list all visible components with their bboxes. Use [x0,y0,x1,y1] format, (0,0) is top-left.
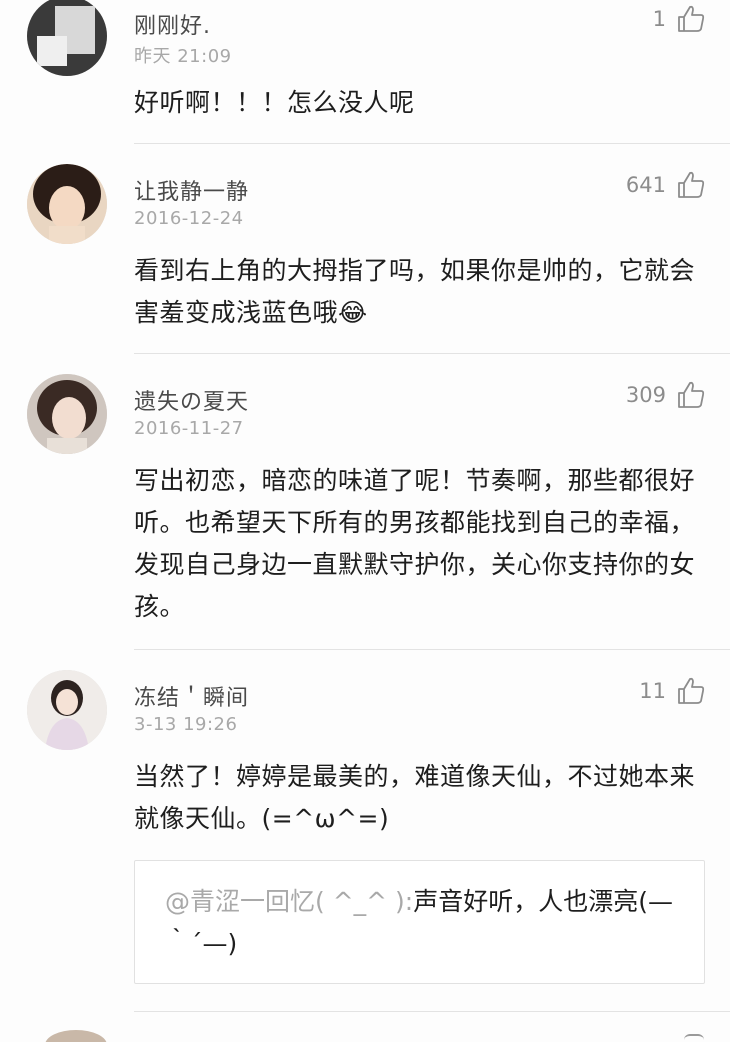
comment-text: 写出初恋，暗恋的味道了呢！节奏啊，那些都很好听。也希望天下所有的男孩都能找到自己… [134,466,696,621]
comment-text: 当然了！婷婷是最美的，难道像天仙，不过她本来就像天仙。(=^ω^=) [134,762,696,833]
comment-text: 看到右上角的大拇指了吗，如果你是帅的，它就会害羞变成浅蓝色哦😂 [134,256,696,327]
like-count: 1 [652,7,666,31]
username[interactable]: 让我静一静 [134,174,249,206]
thumbs-up-icon [678,381,705,408]
like-count: 309 [625,383,666,407]
reply-username[interactable]: @青涩一回忆( ^_^ ): [165,887,413,916]
thumbs-up-icon[interactable] [684,1034,704,1042]
like-count: 11 [639,679,666,703]
comment-list: 刚刚好. 昨天 21:09 1 好听啊！！！怎么没人呢 让我静一静 2016-1… [0,0,730,1042]
comment-time: 昨天 21:09 [134,46,232,67]
thumbs-up-icon [678,5,705,32]
divider [134,1011,730,1012]
avatar[interactable] [27,0,107,76]
username[interactable]: 刚刚好. [134,8,211,40]
comment-text: 好听啊！！！怎么没人呢 [134,88,415,117]
divider [134,353,730,354]
avatar[interactable] [27,374,107,454]
divider [134,143,730,144]
like-button[interactable]: 309 [626,380,706,410]
thumbs-up-icon [678,171,705,198]
avatar[interactable] [27,164,107,244]
divider [134,649,730,650]
avatar[interactable] [27,670,107,750]
username[interactable]: 遗失の夏天 [134,384,249,416]
like-button[interactable]: 1 [653,4,706,34]
quoted-reply[interactable]: @青涩一回忆( ^_^ ):声音好听，人也漂亮(—｀´—) [134,860,705,984]
username[interactable]: 冻结＇瞬间 [134,680,249,712]
comment-time: 2016-12-24 [134,208,244,229]
like-button[interactable]: 641 [626,170,706,200]
comment-time: 2016-11-27 [134,418,244,439]
comment-time: 3-13 19:26 [134,714,238,735]
like-button[interactable]: 11 [639,676,706,706]
like-count: 641 [625,173,666,197]
thumbs-up-icon [678,677,705,704]
avatar[interactable] [45,1030,107,1042]
